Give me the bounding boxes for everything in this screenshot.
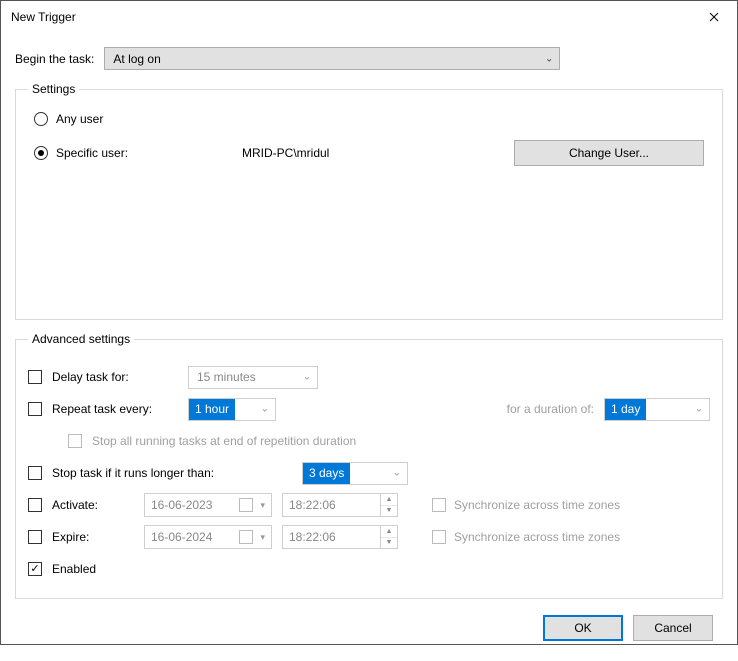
chevron-down-icon: ⌄ (393, 468, 401, 479)
settings-legend: Settings (28, 82, 79, 96)
repeat-row: Repeat task every: 1 hour ⌄ for a durati… (28, 394, 710, 424)
enabled-row: Enabled (28, 554, 710, 584)
advanced-group: Advanced settings Delay task for: 15 min… (15, 332, 723, 599)
expire-sync-label: Synchronize across time zones (454, 530, 620, 544)
activate-date-input[interactable]: 16-06-2023 ▾ (144, 493, 272, 517)
enabled-checkbox[interactable] (28, 562, 42, 576)
cancel-button[interactable]: Cancel (633, 615, 713, 641)
calendar-icon (239, 530, 253, 544)
specific-user-value: MRID-PC\mridul (242, 146, 506, 160)
spinner-down-icon[interactable]: ▼ (381, 506, 397, 517)
spinner-down-icon[interactable]: ▼ (381, 538, 397, 549)
chevron-down-icon: ⌄ (695, 404, 703, 415)
activate-time-input[interactable]: 18:22:06 ▲ ▼ (282, 493, 398, 517)
chevron-down-icon: ⌄ (303, 372, 311, 383)
stop-all-row: Stop all running tasks at end of repetit… (68, 426, 710, 456)
begin-task-label: Begin the task: (15, 52, 94, 66)
activate-date-value: 16-06-2023 (151, 498, 212, 512)
expire-date-input[interactable]: 16-06-2024 ▾ (144, 525, 272, 549)
activate-sync-row: Synchronize across time zones (432, 498, 620, 512)
chevron-down-icon: ▾ (260, 532, 265, 543)
delay-checkbox[interactable] (28, 370, 42, 384)
activate-row: Activate: 16-06-2023 ▾ 18:22:06 ▲ ▼ (28, 490, 710, 520)
expire-sync-row: Synchronize across time zones (432, 530, 620, 544)
delay-value: 15 minutes (197, 370, 256, 384)
close-button[interactable] (691, 1, 737, 33)
spinner-up-icon[interactable]: ▲ (381, 526, 397, 538)
delay-row: Delay task for: 15 minutes ⌄ (28, 362, 710, 392)
chevron-down-icon: ⌄ (261, 404, 269, 415)
begin-task-value: At log on (113, 52, 160, 66)
dialog-footer: OK Cancel (15, 607, 723, 651)
calendar-icon (239, 498, 253, 512)
repeat-value: 1 hour (189, 399, 235, 420)
expire-date-value: 16-06-2024 (151, 530, 212, 544)
stop-if-row: Stop task if it runs longer than: 3 days… (28, 458, 710, 488)
activate-time-value: 18:22:06 (289, 498, 336, 512)
repeat-select[interactable]: 1 hour ⌄ (188, 398, 276, 421)
repeat-checkbox[interactable] (28, 402, 42, 416)
settings-group: Settings Any user Specific user: MRID-PC… (15, 82, 723, 320)
stop-all-label: Stop all running tasks at end of repetit… (92, 434, 356, 448)
stop-if-select[interactable]: 3 days ⌄ (302, 462, 408, 485)
expire-time-value: 18:22:06 (289, 530, 336, 544)
window-title: New Trigger (11, 10, 76, 24)
stop-all-checkbox (68, 434, 82, 448)
begin-task-row: Begin the task: At log on ⌄ (15, 47, 723, 70)
enabled-label: Enabled (52, 562, 96, 576)
duration-select[interactable]: 1 day ⌄ (604, 398, 710, 421)
change-user-button[interactable]: Change User... (514, 140, 704, 166)
duration-label: for a duration of: (507, 402, 594, 416)
expire-time-input[interactable]: 18:22:06 ▲ ▼ (282, 525, 398, 549)
activate-sync-checkbox (432, 498, 446, 512)
titlebar: New Trigger (1, 1, 737, 33)
activate-checkbox[interactable] (28, 498, 42, 512)
delay-select[interactable]: 15 minutes ⌄ (188, 366, 318, 389)
close-icon (709, 12, 719, 22)
expire-row: Expire: 16-06-2024 ▾ 18:22:06 ▲ ▼ (28, 522, 710, 552)
any-user-label: Any user (56, 112, 103, 126)
ok-button[interactable]: OK (543, 615, 623, 641)
repeat-label: Repeat task every: (52, 402, 178, 416)
time-spinner[interactable]: ▲ ▼ (380, 494, 397, 516)
any-user-row[interactable]: Any user (34, 112, 710, 126)
activate-label: Activate: (52, 498, 134, 512)
any-user-radio[interactable] (34, 112, 48, 126)
delay-label: Delay task for: (52, 370, 178, 384)
spinner-up-icon[interactable]: ▲ (381, 494, 397, 506)
dialog-window: New Trigger Begin the task: At log on ⌄ … (0, 0, 738, 645)
begin-task-select[interactable]: At log on ⌄ (104, 47, 560, 70)
time-spinner[interactable]: ▲ ▼ (380, 526, 397, 548)
specific-user-row[interactable]: Specific user: (34, 146, 234, 160)
advanced-legend: Advanced settings (28, 332, 134, 346)
stop-if-checkbox[interactable] (28, 466, 42, 480)
duration-value: 1 day (605, 399, 646, 420)
expire-sync-checkbox (432, 530, 446, 544)
chevron-down-icon: ▾ (260, 500, 265, 511)
specific-user-radio[interactable] (34, 146, 48, 160)
specific-user-label: Specific user: (56, 146, 128, 160)
expire-checkbox[interactable] (28, 530, 42, 544)
expire-label: Expire: (52, 530, 134, 544)
dialog-content: Begin the task: At log on ⌄ Settings Any… (1, 33, 737, 661)
chevron-down-icon: ⌄ (545, 53, 553, 64)
stop-if-label: Stop task if it runs longer than: (52, 466, 292, 480)
stop-if-value: 3 days (303, 463, 350, 484)
activate-sync-label: Synchronize across time zones (454, 498, 620, 512)
